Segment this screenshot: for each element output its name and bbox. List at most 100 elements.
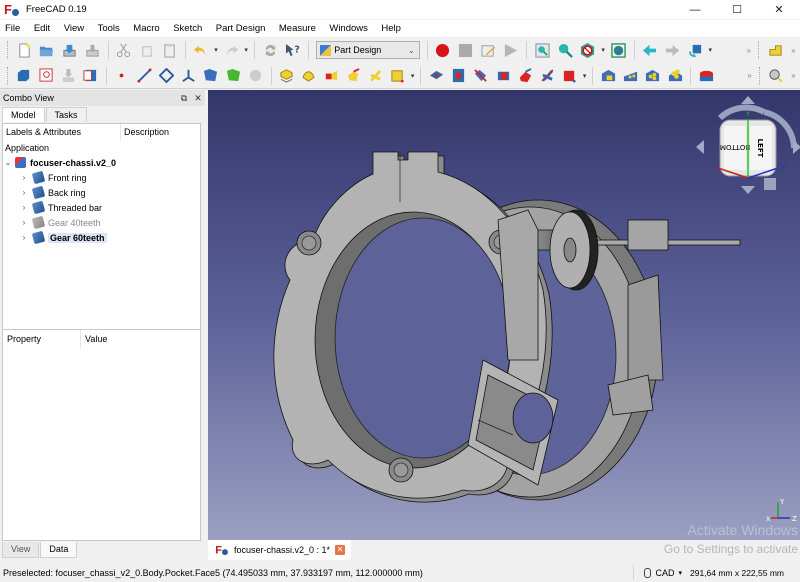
measure-part-button[interactable] — [766, 40, 786, 61]
toolbar-overflow-button[interactable]: » — [787, 46, 800, 55]
tree-document[interactable]: ⌄ focuser-chassi.v2_0 — [3, 155, 200, 170]
menu-measure[interactable]: Measure — [279, 23, 316, 34]
polar-pattern-button[interactable] — [643, 65, 662, 86]
3d-viewport[interactable]: BOTTOM LEFT Y Z Y Z X Activate Windows — [208, 90, 800, 540]
save-as-button[interactable] — [82, 40, 102, 61]
tree-item[interactable]: › Threaded bar — [3, 200, 200, 215]
toolbar-grip[interactable] — [7, 66, 10, 85]
chevron-right-icon[interactable]: › — [19, 203, 29, 212]
view-back-button[interactable] — [640, 40, 660, 61]
bounding-box-button[interactable] — [608, 40, 628, 61]
column-description[interactable]: Description — [121, 127, 169, 137]
menu-part-design[interactable]: Part Design — [216, 23, 266, 34]
create-sketch-button[interactable] — [37, 65, 56, 86]
navigation-cube[interactable]: BOTTOM LEFT Y Z — [696, 96, 800, 194]
chevron-down-icon[interactable]: ⌄ — [3, 158, 13, 167]
nav-right-arrow[interactable] — [793, 140, 800, 154]
fit-selection-button[interactable] — [555, 40, 575, 61]
datum-plane-button[interactable] — [157, 65, 176, 86]
save-button[interactable] — [60, 40, 80, 61]
tab-view[interactable]: View — [2, 542, 40, 558]
additive-pipe-button[interactable] — [344, 65, 363, 86]
menu-sketch[interactable]: Sketch — [173, 23, 202, 34]
chevron-right-icon[interactable]: › — [19, 188, 29, 197]
subtractive-primitive-dropdown[interactable]: ▾ — [581, 72, 588, 80]
view-forward-button[interactable] — [663, 40, 683, 61]
nav-down-arrow[interactable] — [741, 186, 755, 194]
nav-left-arrow[interactable] — [696, 140, 704, 154]
groove-button[interactable] — [471, 65, 490, 86]
undo-dropdown[interactable]: ▾ — [212, 46, 220, 54]
copy-button[interactable] — [137, 40, 157, 61]
cut-button[interactable] — [114, 40, 134, 61]
new-file-button[interactable] — [14, 40, 34, 61]
column-property[interactable]: Property — [3, 330, 81, 348]
refresh-button[interactable] — [260, 40, 280, 61]
chevron-right-icon[interactable]: › — [19, 218, 29, 227]
draw-style-dropdown[interactable]: ▾ — [599, 46, 607, 54]
chevron-right-icon[interactable]: › — [19, 173, 29, 182]
subtractive-loft-button[interactable] — [493, 65, 512, 86]
draw-style-button[interactable] — [578, 40, 598, 61]
document-tab[interactable]: F focuser-chassi.v2_0 : 1* ✕ — [208, 540, 352, 560]
float-panel-icon[interactable]: ⧉ — [177, 93, 191, 104]
sub-object-button[interactable] — [246, 65, 265, 86]
chevron-right-icon[interactable]: › — [19, 233, 29, 242]
pad-button[interactable] — [277, 65, 296, 86]
toolbar-overflow-button[interactable]: » — [787, 71, 800, 80]
tree-item[interactable]: › Front ring — [3, 170, 200, 185]
tab-tasks[interactable]: Tasks — [45, 107, 87, 122]
menu-edit[interactable]: Edit — [34, 23, 50, 34]
macro-stop-button[interactable] — [456, 40, 476, 61]
subtractive-helix-button[interactable] — [538, 65, 557, 86]
workbench-selector[interactable]: Part Design ⌄ — [316, 41, 420, 59]
open-file-button[interactable] — [37, 40, 57, 61]
redo-button[interactable] — [221, 40, 241, 61]
toolbar-grip[interactable] — [758, 41, 761, 59]
navigation-style-selector[interactable]: CAD ▾ — [644, 567, 682, 578]
pocket-button[interactable] — [427, 65, 446, 86]
subshape-binder-button[interactable] — [224, 65, 243, 86]
datum-point-button[interactable] — [112, 65, 131, 86]
linear-pattern-button[interactable] — [621, 65, 640, 86]
additive-primitive-button[interactable] — [388, 65, 407, 86]
menu-file[interactable]: File — [5, 23, 20, 34]
close-panel-icon[interactable]: ✕ — [191, 93, 205, 104]
close-button[interactable]: ✕ — [758, 0, 800, 19]
tree-item[interactable]: › Back ring — [3, 185, 200, 200]
navcube-face-left[interactable]: LEFT — [756, 139, 764, 158]
tree-item-selected[interactable]: › Gear 60teeth — [3, 230, 200, 245]
tab-data[interactable]: Data — [40, 542, 78, 558]
mirrored-button[interactable] — [599, 65, 618, 86]
std-views-button[interactable] — [685, 40, 705, 61]
local-cs-button[interactable] — [179, 65, 198, 86]
navcube-face-bottom[interactable]: BOTTOM — [720, 143, 750, 151]
menu-tools[interactable]: Tools — [98, 23, 120, 34]
tree-item[interactable]: › Gear 40teeth — [3, 215, 200, 230]
datum-line-button[interactable] — [135, 65, 154, 86]
multitransform-button[interactable] — [665, 65, 684, 86]
redo-dropdown[interactable]: ▾ — [242, 46, 250, 54]
fillet-button[interactable] — [697, 65, 716, 86]
macro-execute-button[interactable] — [501, 40, 521, 61]
validate-sketch-button[interactable] — [59, 65, 78, 86]
std-views-dropdown[interactable]: ▾ — [707, 46, 715, 54]
column-labels-attributes[interactable]: Labels & Attributes — [3, 124, 121, 140]
toolbar-grip[interactable] — [758, 66, 762, 85]
rotate-left-arrow[interactable] — [717, 104, 766, 121]
menu-help[interactable]: Help — [381, 23, 401, 34]
toolbar-overflow-button[interactable]: » — [742, 46, 755, 55]
revolution-button[interactable] — [299, 65, 318, 86]
tab-model[interactable]: Model — [2, 107, 45, 122]
minimize-button[interactable]: — — [674, 0, 716, 19]
nav-up-arrow[interactable] — [741, 96, 755, 104]
measure-tool-button[interactable] — [766, 65, 785, 86]
macro-edit-button[interactable] — [478, 40, 498, 61]
gear-60teeth[interactable] — [549, 209, 599, 291]
shape-binder-button[interactable] — [201, 65, 220, 86]
hole-button[interactable] — [449, 65, 468, 86]
close-tab-icon[interactable]: ✕ — [335, 545, 346, 555]
toolbar-grip[interactable] — [7, 41, 10, 59]
menu-windows[interactable]: Windows — [329, 23, 368, 34]
macro-record-button[interactable] — [433, 40, 453, 61]
